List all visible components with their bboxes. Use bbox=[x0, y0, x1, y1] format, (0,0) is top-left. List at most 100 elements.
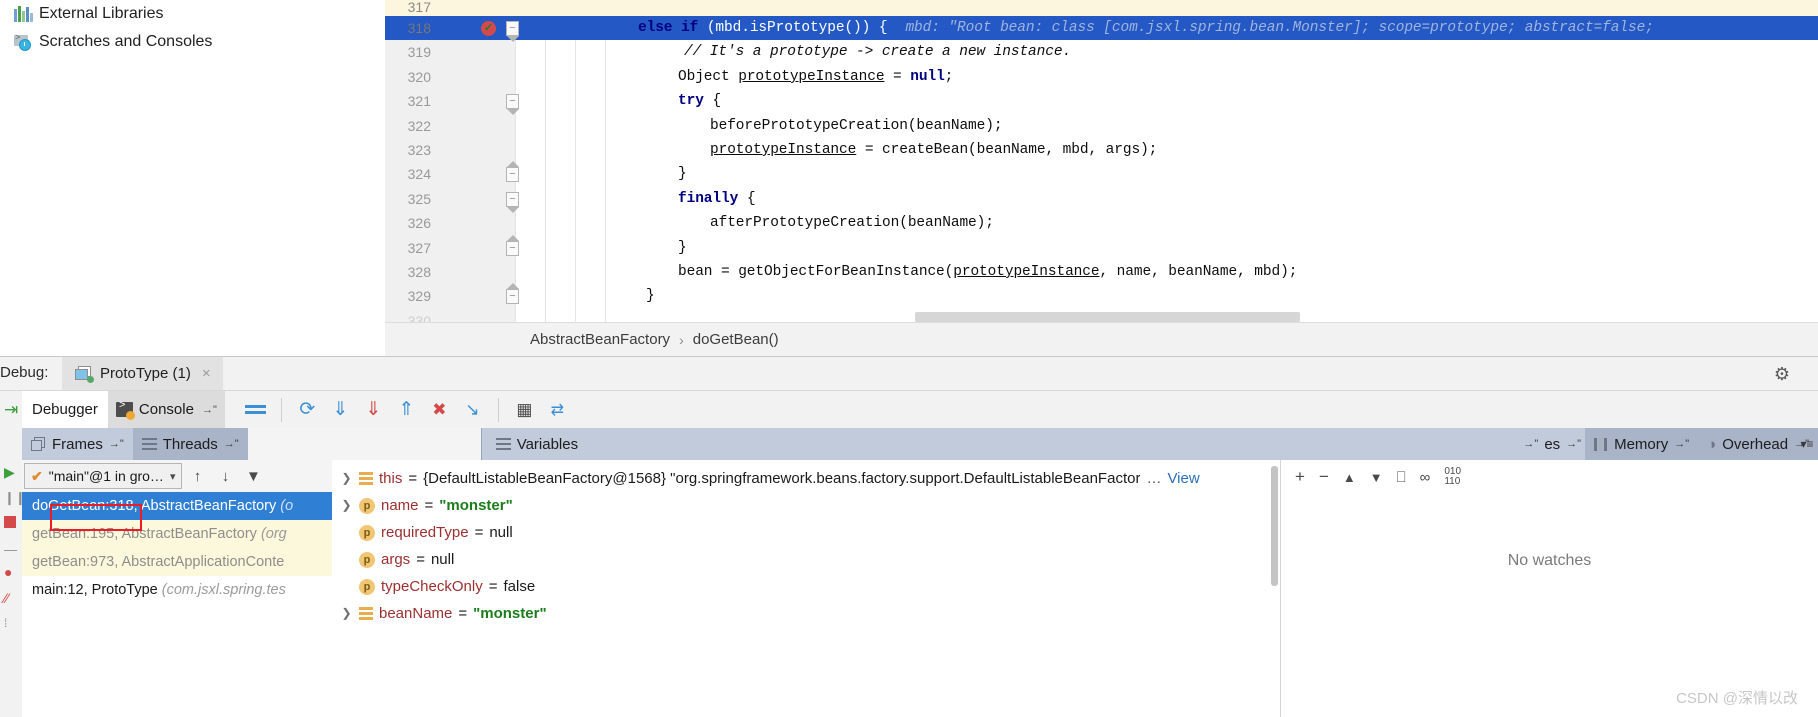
fold-marker-icon[interactable]: − bbox=[506, 191, 519, 213]
chevron-right-icon[interactable]: ❯ bbox=[340, 600, 353, 627]
remove-watch-button[interactable]: − bbox=[1319, 467, 1329, 487]
frames-filter-button[interactable]: ▼ bbox=[240, 463, 266, 489]
frames-panel[interactable]: ✔ "main"@1 in gro… ▾ ↑ ↓ ▼ doGetBean:318… bbox=[22, 460, 332, 717]
frame-row[interactable]: doGetBean:318, AbstractBeanFactory (o bbox=[22, 492, 332, 520]
mute-breakpoints-rail-icon[interactable]: ⁄⁄ bbox=[4, 590, 19, 606]
pin-icon[interactable]: →" bbox=[224, 438, 239, 450]
debug-tool-window[interactable]: Debug: ProtoType (1) × ⚙ ⇥ Debugger Cons… bbox=[0, 356, 1818, 717]
code-line[interactable]: 321 − try { bbox=[385, 89, 1818, 116]
watches-panel[interactable]: + − ▲ ▼ ⎕ ∞ 010 110 No watches CSDN @深情以改 bbox=[1280, 460, 1818, 717]
code-line[interactable]: 324 − } bbox=[385, 161, 1818, 186]
step-over-button[interactable]: ⟳ bbox=[291, 394, 324, 426]
step-into-button[interactable]: ⇓ bbox=[324, 394, 357, 426]
settings-rail-icon[interactable]: ⁞ bbox=[4, 616, 19, 631]
pin-icon[interactable]: →" bbox=[1523, 438, 1538, 450]
run-configuration-tab[interactable]: ProtoType (1) × bbox=[62, 357, 223, 390]
pane-tab-variables[interactable]: Variables bbox=[482, 428, 587, 460]
pane-tab-memory[interactable]: Memory →" bbox=[1585, 428, 1699, 460]
project-tool-window[interactable]: External Libraries Scratches and Console… bbox=[0, 0, 385, 366]
frame-row[interactable]: main:12, ProtoType (com.jsxl.spring.tes bbox=[22, 576, 332, 604]
breakpoint-icon[interactable] bbox=[481, 16, 496, 40]
view-value-link[interactable]: View bbox=[1167, 465, 1199, 492]
code-line[interactable]: 327 − } bbox=[385, 234, 1818, 260]
resume-program-icon[interactable]: ⇥ bbox=[4, 400, 18, 420]
evaluate-expression-button[interactable]: ▦ bbox=[508, 394, 541, 426]
code-line[interactable]: 325 − finally { bbox=[385, 187, 1818, 213]
force-step-into-button[interactable]: ⇓ bbox=[357, 394, 390, 426]
fold-marker-icon[interactable]: − bbox=[506, 283, 519, 305]
pane-tab-watches[interactable]: es →" bbox=[1540, 428, 1585, 460]
pause-icon[interactable]: ❙❙ bbox=[4, 490, 26, 505]
move-watch-down-button[interactable]: ▼ bbox=[1370, 470, 1383, 485]
binary-view-button[interactable]: 010 110 bbox=[1444, 467, 1461, 487]
pin-icon[interactable]: →" bbox=[1566, 438, 1581, 450]
breadcrumb[interactable]: AbstractBeanFactory › doGetBean() bbox=[385, 322, 1818, 356]
variables-panel[interactable]: ❯ this = {DefaultListableBeanFactory@156… bbox=[332, 460, 1280, 717]
debugger-settings-button[interactable]: ⇄ bbox=[541, 394, 574, 426]
frame-row[interactable]: getBean:195, AbstractBeanFactory (org bbox=[22, 520, 332, 548]
code-line[interactable]: 328 bean = getObjectForBeanInstance(prot… bbox=[385, 260, 1818, 284]
tree-item-scratches-and-consoles[interactable]: Scratches and Consoles bbox=[0, 28, 385, 56]
tab-console[interactable]: Console →" bbox=[107, 390, 225, 429]
move-watch-up-button[interactable]: ▲ bbox=[1343, 470, 1356, 485]
variable-row[interactable]: ❯ p requiredType = null bbox=[332, 519, 1280, 546]
debug-left-rail[interactable]: ▶ ❙❙ — ● ⁄⁄ ⁞ bbox=[0, 460, 26, 717]
code-line[interactable]: 329 − } bbox=[385, 283, 1818, 308]
stop-icon[interactable] bbox=[4, 516, 19, 531]
breadcrumb-class[interactable]: AbstractBeanFactory bbox=[530, 331, 670, 348]
chevron-down-icon[interactable]: ▾ bbox=[170, 470, 176, 483]
pin-icon[interactable]: →" bbox=[1674, 438, 1689, 450]
pane-tab-frames[interactable]: Frames →" bbox=[22, 428, 133, 460]
close-icon[interactable]: × bbox=[202, 365, 211, 382]
fold-marker-icon[interactable]: − bbox=[506, 234, 519, 256]
view-breakpoints-icon[interactable]: ● bbox=[4, 564, 19, 580]
inspect-button[interactable]: ∞ bbox=[1420, 469, 1431, 486]
pin-icon[interactable]: →" bbox=[109, 438, 124, 450]
thread-selector[interactable]: ✔ "main"@1 in gro… ▾ bbox=[24, 463, 183, 489]
breadcrumb-method[interactable]: doGetBean() bbox=[693, 331, 779, 348]
minus-icon[interactable]: — bbox=[4, 542, 19, 557]
frame-row[interactable]: getBean:973, AbstractApplicationConte bbox=[22, 548, 332, 576]
pin-icon[interactable]: →" bbox=[202, 404, 217, 416]
frames-down-button[interactable]: ↓ bbox=[212, 463, 238, 489]
fold-marker-icon[interactable]: − bbox=[506, 94, 519, 116]
variable-row[interactable]: ❯ p name = "monster" bbox=[332, 492, 1280, 519]
watches-toolbar[interactable]: + − ▲ ▼ ⎕ ∞ 010 110 bbox=[1281, 460, 1818, 494]
variable-row[interactable]: ❯ this = {DefaultListableBeanFactory@156… bbox=[332, 465, 1280, 492]
code-lines[interactable]: 317 318 − else if (mbd.isPrototype()) {m… bbox=[385, 0, 1818, 322]
pane-tab-threads[interactable]: Threads →" bbox=[132, 428, 248, 460]
gear-icon[interactable]: ⚙ bbox=[1772, 364, 1792, 384]
chevron-right-icon[interactable]: ❯ bbox=[340, 465, 353, 492]
code-line[interactable]: 322 beforePrototypeCreation(beanName); bbox=[385, 114, 1818, 138]
frames-toolbar[interactable]: ✔ "main"@1 in gro… ▾ ↑ ↓ ▼ bbox=[22, 460, 332, 492]
fold-marker-icon[interactable]: − bbox=[506, 21, 519, 42]
code-line[interactable]: 326 afterPrototypeCreation(beanName); bbox=[385, 211, 1818, 235]
add-watch-button[interactable]: + bbox=[1295, 467, 1305, 487]
tree-item-external-libraries[interactable]: External Libraries bbox=[0, 0, 385, 28]
run-to-cursor-button[interactable]: ↘ bbox=[456, 394, 489, 426]
tab-debugger[interactable]: Debugger bbox=[22, 390, 108, 429]
code-line[interactable]: 323 prototypeInstance = createBean(beanN… bbox=[385, 138, 1818, 162]
debugger-body[interactable]: ▶ ❙❙ — ● ⁄⁄ ⁞ ✔ "main"@1 in gro… ▾ ↑ ↓ ▼… bbox=[0, 460, 1818, 717]
chevron-right-icon[interactable]: ❯ bbox=[340, 492, 353, 519]
variable-row[interactable]: ❯ p args = null bbox=[332, 546, 1280, 573]
code-line[interactable]: 320 Object prototypeInstance = null; bbox=[385, 65, 1818, 89]
variable-row[interactable]: ❯ p typeCheckOnly = false bbox=[332, 573, 1280, 600]
step-out-button[interactable]: ⇑ bbox=[390, 394, 423, 426]
variable-row[interactable]: ❯ beanName = "monster" bbox=[332, 600, 1280, 627]
mute-breakpoints-button[interactable] bbox=[239, 394, 272, 426]
more-tabs-button[interactable]: ▾≡ bbox=[1800, 428, 1814, 460]
frames-up-button[interactable]: ↑ bbox=[184, 463, 210, 489]
resume-icon[interactable]: ▶ bbox=[4, 464, 19, 480]
code-line[interactable]: 317 bbox=[385, 0, 1818, 16]
drop-frame-button[interactable]: ✖ bbox=[423, 394, 456, 426]
code-line[interactable]: 319 // It's a prototype -> create a new … bbox=[385, 40, 1818, 64]
copy-watch-button[interactable]: ⎕ bbox=[1397, 469, 1406, 486]
code-line-current[interactable]: 318 − else if (mbd.isPrototype()) {mbd: … bbox=[385, 16, 1818, 42]
debugger-toolbar[interactable]: ⇥ Debugger Console →" ⟳ ⇓ ⇓ ⇑ ✖ ↘ bbox=[0, 390, 1818, 429]
fold-marker-icon[interactable]: − bbox=[506, 161, 519, 183]
code-editor[interactable]: 317 318 − else if (mbd.isPrototype()) {m… bbox=[385, 0, 1818, 322]
variables-scrollbar[interactable] bbox=[1271, 466, 1278, 586]
debugger-panes-header[interactable]: Frames →" Threads →" Variables →" es →" bbox=[0, 428, 1818, 460]
editor-horizontal-scrollbar[interactable] bbox=[915, 312, 1300, 322]
